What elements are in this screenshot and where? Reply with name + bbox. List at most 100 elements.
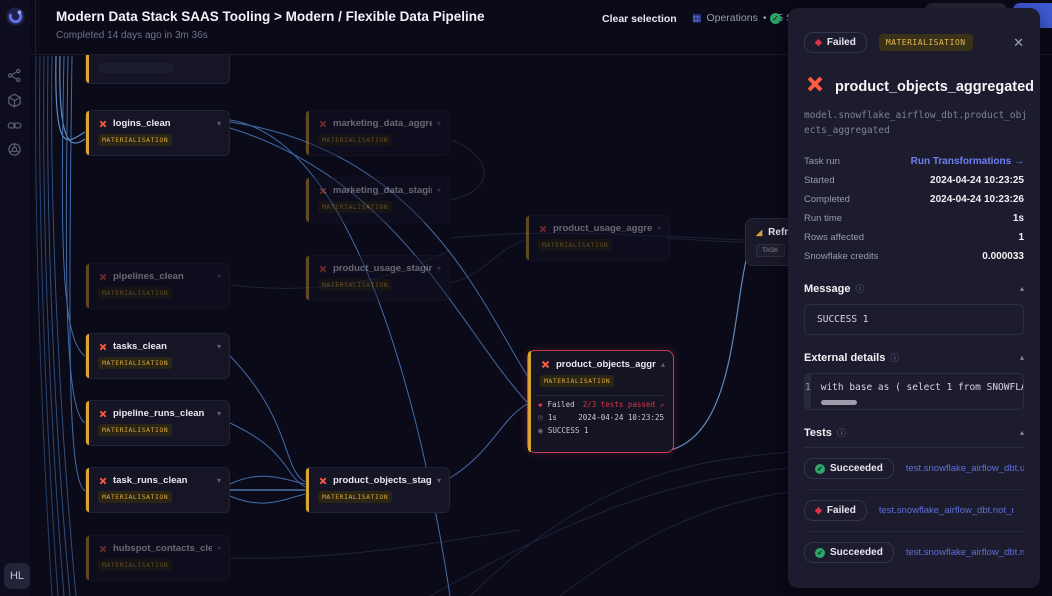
node-timestamp: 2024-04-24 10:23:25 <box>578 413 664 422</box>
node-title: product_usage_staging <box>333 263 432 274</box>
node-title: product_objects_aggregated <box>556 359 656 370</box>
materialisation-badge: MATERIALISATION <box>318 491 392 503</box>
close-icon[interactable]: ✕ <box>1013 35 1024 51</box>
code-horizontal-scrollbar[interactable] <box>821 400 857 405</box>
tests-summary-link[interactable]: 2/3 tests passed ↗ <box>583 400 664 409</box>
test-status-failed: ◆ Failed <box>804 500 867 521</box>
node-title: marketing_data_staging <box>333 185 432 196</box>
chevron-down-icon[interactable]: ▾ <box>217 476 221 485</box>
test-link[interactable]: test.snowflake_airflow_dbt.unique_pro <box>906 463 1024 474</box>
test-link[interactable]: test.snowflake_airflow_dbt.not_null_pr <box>879 505 1014 516</box>
dbt-icon <box>540 359 551 370</box>
chevron-down-icon[interactable]: ▾ <box>437 476 441 485</box>
node-title: product_objects_staging <box>333 475 432 486</box>
node-accent-bar <box>86 468 89 512</box>
tests-section-header: Tests ⓘ ▴ <box>804 426 1024 439</box>
node-task-runs-clean[interactable]: task_runs_clean ▾ MATERIALISATION <box>85 467 230 513</box>
materialisation-badge: MATERIALISATION <box>98 357 172 369</box>
settings-icon[interactable] <box>7 142 23 158</box>
node-product-objects-aggregated-selected[interactable]: product_objects_aggregated ▴ MATERIALISA… <box>527 350 674 453</box>
node-logins-clean[interactable]: logins_clean ▾ MATERIALISATION <box>85 110 230 156</box>
materialisation-badge: MATERIALISATION <box>879 34 973 51</box>
test-link[interactable]: test.snowflake_airflow_dbt.not_null_pr <box>906 547 1024 558</box>
materialisation-badge: MATERIALISATION <box>98 491 172 503</box>
node-marketing-data-staging[interactable]: marketing_data_staging ▾ MATERIALISATION <box>305 177 450 223</box>
dbt-icon <box>804 73 826 100</box>
metadata-list: Task run Run Transformations → Started 2… <box>804 152 1024 266</box>
chevron-down-icon[interactable]: ▾ <box>437 119 441 128</box>
node-accent-bar <box>86 536 89 580</box>
operations-grid-icon: ▦ <box>692 13 701 24</box>
node-title: logins_clean <box>113 118 212 129</box>
integrations-icon[interactable] <box>7 93 23 109</box>
materialisation-badge: MATERIALISATION <box>318 134 392 146</box>
materialisation-badge: MATERIALISATION <box>318 201 392 213</box>
info-icon: ⓘ <box>855 282 864 295</box>
dbt-icon <box>318 476 328 486</box>
node-pipelines-clean[interactable]: pipelines_clean ▾ MATERIALISATION <box>85 263 230 309</box>
dbt-icon <box>98 476 108 486</box>
chevron-down-icon[interactable]: ▾ <box>217 119 221 128</box>
external-details-section-header: External details ⓘ ▴ <box>804 351 1024 364</box>
orchestra-logo-icon[interactable] <box>5 6 26 27</box>
code-line: with base as ( select 1 from SNOWFLAKE <box>821 382 1024 393</box>
dbt-icon <box>318 186 328 196</box>
header-divider <box>35 0 36 55</box>
clear-selection-button[interactable]: Clear selection <box>602 13 677 25</box>
node-product-usage-aggregated[interactable]: product_usage_aggregated ▾ MATERIALISATI… <box>525 215 670 261</box>
test-status-succeeded: ✓ Succeeded <box>804 542 894 563</box>
chevron-up-icon[interactable]: ▴ <box>661 360 665 369</box>
dbt-icon <box>318 119 328 129</box>
info-icon: ⓘ <box>837 426 846 439</box>
node-title: pipeline_runs_clean <box>113 408 212 419</box>
dbt-icon <box>98 409 108 419</box>
chevron-down-icon[interactable]: ▾ <box>217 272 221 281</box>
node-title: hubspot_contacts_clean <box>113 543 212 554</box>
task-badge: TASK <box>756 244 785 257</box>
chevron-down-icon[interactable]: ▾ <box>657 224 661 233</box>
chevron-down-icon[interactable]: ▾ <box>217 409 221 418</box>
materialisation-badge: MATERIALISATION <box>98 424 172 436</box>
node-product-objects-staging[interactable]: product_objects_staging ▾ MATERIALISATIO… <box>305 467 450 513</box>
node-hubspot-contacts-clean[interactable]: hubspot_contacts_clean ▾ MATERIALISATION <box>85 535 230 581</box>
operations-label: Operations <box>706 12 757 24</box>
task-triangle-icon: ◢ <box>756 228 762 237</box>
connections-icon[interactable] <box>7 118 23 134</box>
node-runtime: 1s <box>548 413 557 422</box>
collapse-icon[interactable]: ▴ <box>1020 428 1024 437</box>
materialisation-badge: MATERIALISATION <box>318 279 392 291</box>
dot-separator: • <box>763 12 767 24</box>
chevron-down-icon[interactable]: ▾ <box>217 342 221 351</box>
chevron-down-icon[interactable]: ▾ <box>437 186 441 195</box>
user-avatar[interactable]: HL <box>4 563 30 589</box>
clock-icon: ◷ <box>538 413 543 422</box>
sql-code-block: 1 with base as ( select 1 from SNOWFLAKE <box>804 373 1024 410</box>
meta-row-task-run: Task run Run Transformations → <box>804 152 1024 171</box>
test-row: ✓ Succeeded test.snowflake_airflow_dbt.n… <box>804 532 1024 573</box>
node-accent-bar <box>306 256 309 300</box>
chevron-down-icon[interactable]: ▾ <box>437 264 441 273</box>
dbt-icon <box>318 264 328 274</box>
collapse-icon[interactable]: ▴ <box>1020 353 1024 362</box>
dbt-icon <box>98 544 108 554</box>
node-marketing-data-aggregated[interactable]: marketing_data_aggregated ▾ MATERIALISAT… <box>305 110 450 156</box>
run-transformations-link[interactable]: Run Transformations → <box>911 156 1024 167</box>
collapse-icon[interactable]: ▴ <box>1020 284 1024 293</box>
node-product-usage-staging[interactable]: product_usage_staging ▾ MATERIALISATION <box>305 255 450 301</box>
node-status-label: Failed <box>548 400 575 409</box>
dag-icon[interactable] <box>7 68 23 84</box>
details-panel: ◆ Failed MATERIALISATION ✕ product_objec… <box>788 8 1040 588</box>
node-pipeline-runs-clean[interactable]: pipeline_runs_clean ▾ MATERIALISATION <box>85 400 230 446</box>
breadcrumb-title: Modern Data Stack SAAS Tooling > Modern … <box>56 9 484 24</box>
dbt-icon <box>538 224 548 234</box>
chevron-down-icon[interactable]: ▾ <box>217 544 221 553</box>
node-title: marketing_data_aggregated <box>333 118 432 129</box>
node-accent-bar <box>528 351 531 452</box>
node-accent-bar <box>86 334 89 378</box>
app-sidebar: HL <box>0 0 30 596</box>
node-tasks-clean[interactable]: tasks_clean ▾ MATERIALISATION <box>85 333 230 379</box>
success-check-icon: ✓ <box>770 13 781 24</box>
node-accent-bar <box>306 468 309 512</box>
materialisation-badge: MATERIALISATION <box>98 134 172 146</box>
node-accent-bar <box>306 111 309 155</box>
